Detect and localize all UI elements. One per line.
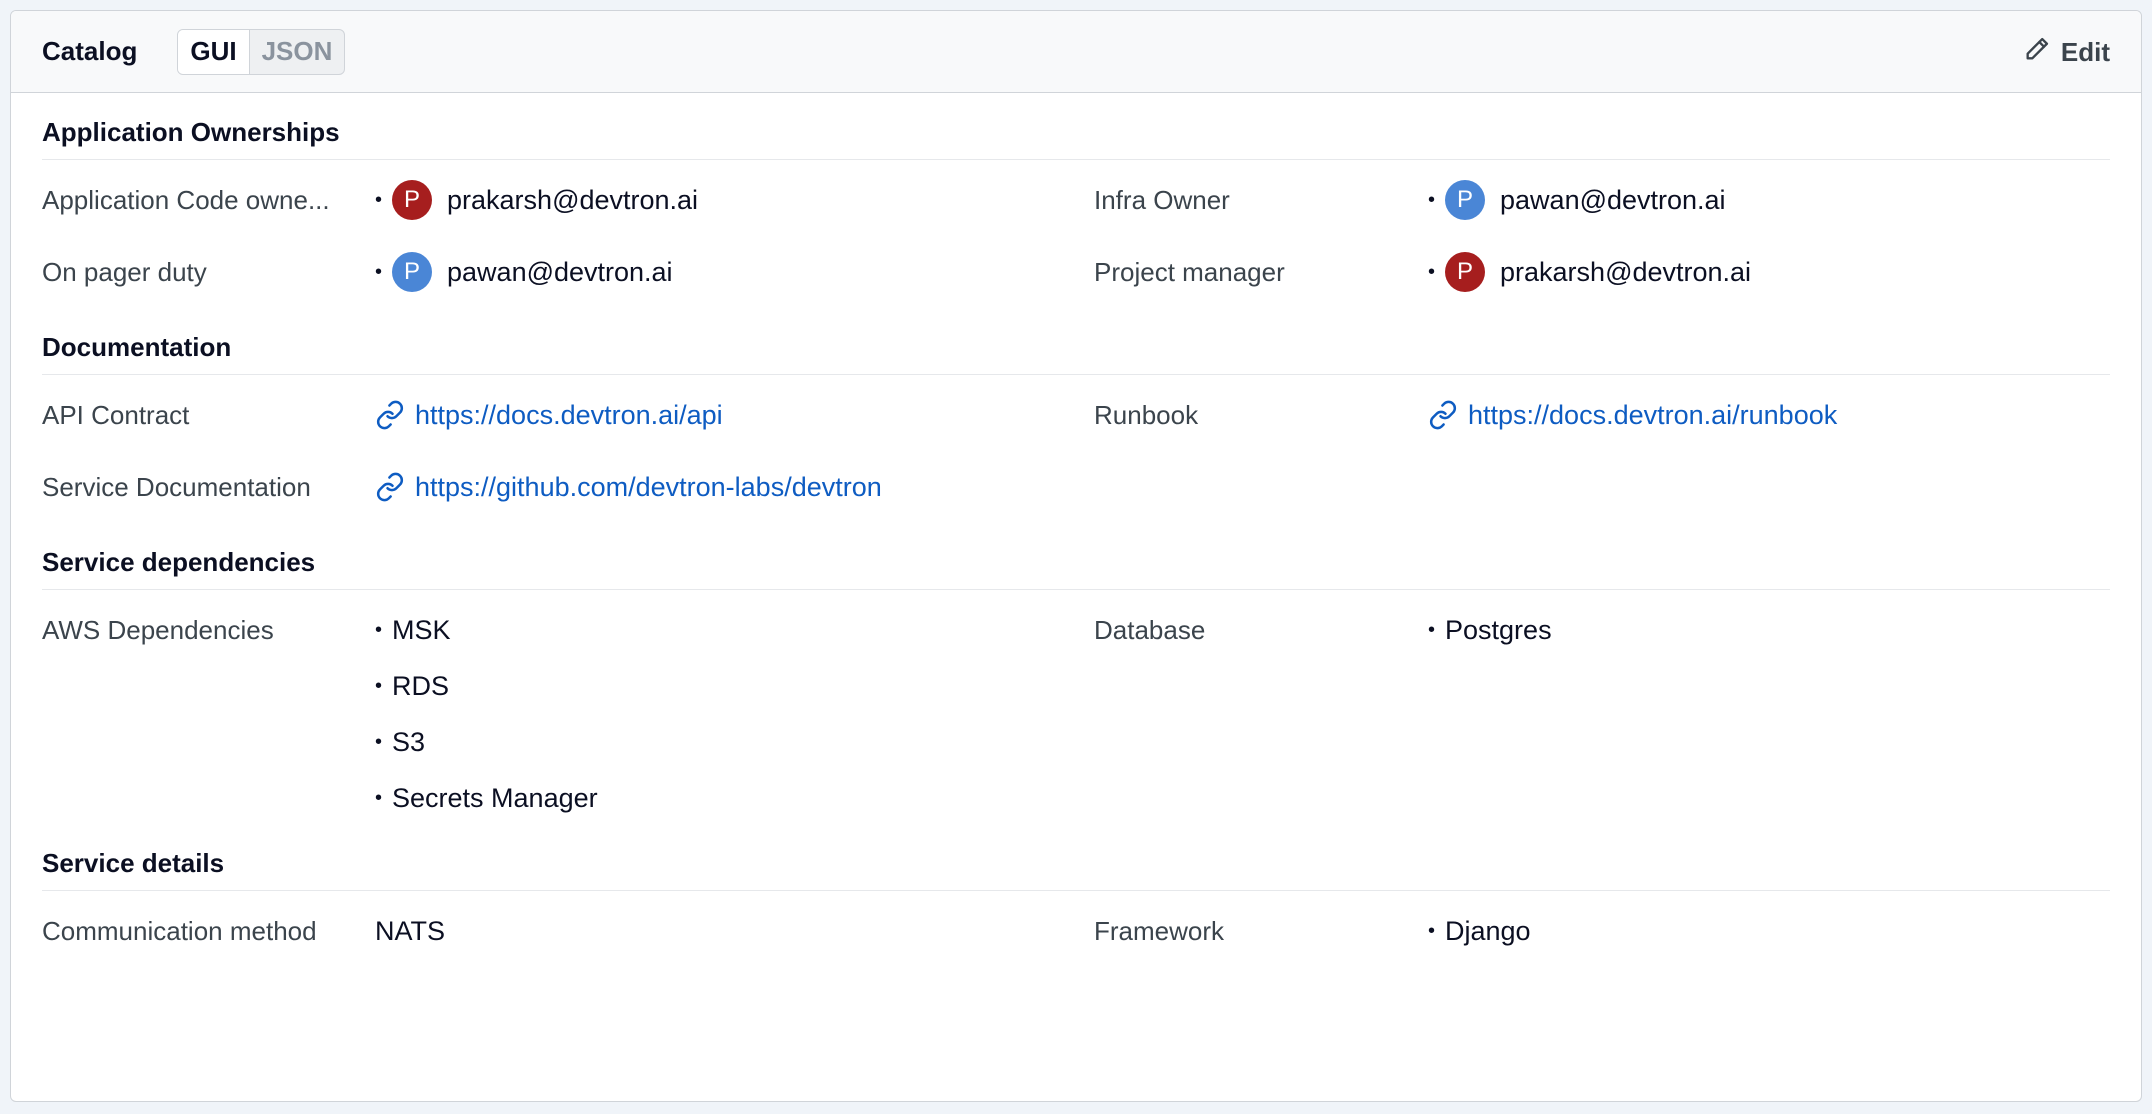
list-item: • Secrets Manager bbox=[375, 782, 598, 813]
database-row: Database • Postgres bbox=[1094, 594, 2141, 826]
avatar: P bbox=[1445, 252, 1486, 292]
list-item: • RDS bbox=[375, 670, 450, 701]
dependencies-title: Service dependencies bbox=[42, 535, 2110, 590]
runbook-label: Runbook bbox=[1094, 400, 1199, 430]
code-owner-label: Application Code owne... bbox=[42, 185, 330, 215]
project-manager-label: Project manager bbox=[1094, 257, 1285, 287]
api-contract-row: API Contract https://docs.devtron.ai/api bbox=[42, 379, 1094, 451]
pencil-icon bbox=[2023, 35, 2051, 70]
service-docs-label: Service Documentation bbox=[42, 472, 311, 502]
service-docs-link[interactable]: https://github.com/devtron-labs/devtron bbox=[375, 451, 1094, 523]
infra-owner-label: Infra Owner bbox=[1094, 185, 1230, 215]
api-contract-label: API Contract bbox=[42, 400, 190, 430]
link-icon bbox=[376, 472, 404, 502]
pager-duty-label: On pager duty bbox=[42, 257, 207, 287]
aws-dependencies-row: AWS Dependencies • MSK • RDS • S3 • Secrets … bbox=[42, 594, 1094, 826]
framework-row: Framework • Django bbox=[1094, 895, 2141, 967]
gui-toggle-button[interactable]: GUI bbox=[178, 29, 250, 74]
edit-label: Edit bbox=[2060, 36, 2110, 67]
details-section: Service details Communication method NAT… bbox=[42, 836, 2110, 967]
list-item: • P prakarsh@devtron.ai bbox=[375, 164, 1094, 236]
ownerships-title: Application Ownerships bbox=[42, 105, 2110, 160]
owner-email: pawan@devtron.ai bbox=[447, 256, 673, 287]
list-item: • MSK bbox=[375, 614, 451, 645]
avatar: P bbox=[1445, 180, 1486, 220]
owner-email: prakarsh@devtron.ai bbox=[1500, 256, 1752, 287]
database-label: Database bbox=[1094, 615, 1206, 645]
catalog-card: Catalog GUI JSON Edit Application Owners… bbox=[10, 10, 2142, 1102]
owner-email: pawan@devtron.ai bbox=[1500, 184, 1726, 215]
catalog-title: Catalog bbox=[42, 36, 138, 66]
documentation-section: Documentation API Contract https://docs.… bbox=[42, 320, 2110, 523]
link-icon bbox=[1429, 400, 1457, 430]
avatar: P bbox=[392, 180, 433, 220]
pager-duty-row: On pager duty • P pawan@devtron.ai bbox=[42, 236, 1094, 308]
ownerships-section: Application Ownerships Application Code … bbox=[42, 105, 2110, 308]
code-owner-row: Application Code owne... • P prakarsh@de… bbox=[42, 164, 1094, 236]
avatar: P bbox=[392, 252, 433, 292]
api-contract-link[interactable]: https://docs.devtron.ai/api bbox=[375, 379, 1094, 451]
json-toggle-button[interactable]: JSON bbox=[250, 30, 345, 74]
list-item: • Django bbox=[1428, 915, 1531, 946]
owner-email: prakarsh@devtron.ai bbox=[447, 184, 699, 215]
service-docs-row: Service Documentation https://github.com… bbox=[42, 451, 1094, 523]
runbook-row: Runbook https://docs.devtron.ai/runbook bbox=[1094, 379, 2141, 451]
runbook-link[interactable]: https://docs.devtron.ai/runbook bbox=[1428, 379, 2141, 451]
link-icon bbox=[376, 400, 404, 430]
list-item: • P prakarsh@devtron.ai bbox=[1428, 236, 2141, 308]
list-item: • S3 bbox=[375, 726, 426, 757]
aws-dependencies-label: AWS Dependencies bbox=[42, 615, 274, 645]
details-title: Service details bbox=[42, 836, 2110, 891]
communication-label: Communication method bbox=[42, 916, 317, 946]
infra-owner-row: Infra Owner • P pawan@devtron.ai bbox=[1094, 164, 2141, 236]
communication-value: NATS bbox=[375, 916, 446, 946]
edit-button[interactable]: Edit bbox=[2023, 11, 2110, 93]
communication-row: Communication method NATS bbox=[42, 895, 1094, 967]
card-header: Catalog GUI JSON Edit bbox=[11, 11, 2141, 93]
dependencies-section: Service dependencies AWS Dependencies • M… bbox=[42, 535, 2110, 826]
project-manager-row: Project manager • P prakarsh@devtron.ai bbox=[1094, 236, 2141, 308]
list-item: • P pawan@devtron.ai bbox=[1428, 164, 2141, 236]
documentation-title: Documentation bbox=[42, 320, 2110, 375]
list-item: • P pawan@devtron.ai bbox=[375, 236, 1094, 308]
framework-label: Framework bbox=[1094, 916, 1225, 946]
list-item: • Postgres bbox=[1428, 614, 1552, 645]
view-toggle: GUI JSON bbox=[177, 28, 346, 75]
